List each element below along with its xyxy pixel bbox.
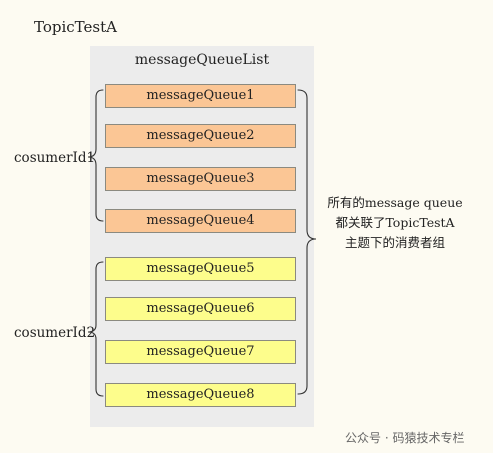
watermark: 公众号 · 码猿技术专栏 (345, 431, 465, 445)
right-brace-all (297, 89, 317, 395)
note-line: 主题下的消费者组 (344, 235, 445, 250)
left-brace-group-2 (87, 261, 104, 397)
note-line: 所有的message queue (327, 195, 463, 210)
association-note: 所有的message queue 都关联了TopicTestA 主题下的消费者组 (322, 193, 468, 253)
left-brace-group-1 (87, 89, 104, 222)
note-line: 都关联了TopicTestA (335, 215, 455, 230)
